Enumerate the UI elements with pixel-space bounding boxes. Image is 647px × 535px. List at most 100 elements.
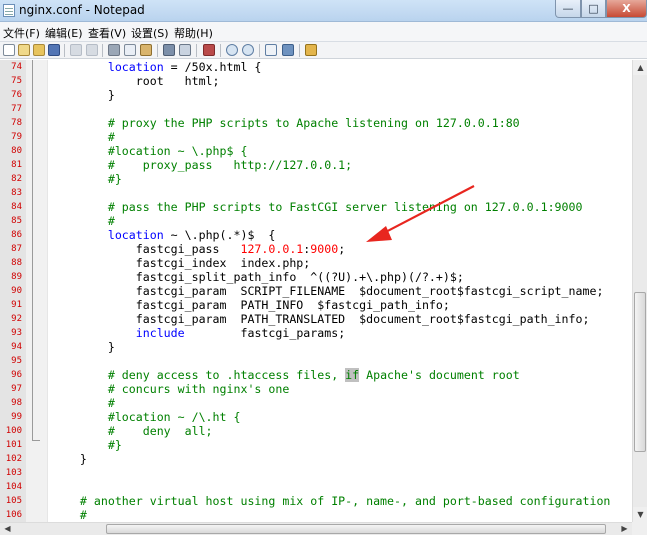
code-line: #: [52, 214, 115, 228]
line-number: 96: [11, 370, 22, 380]
code-token: #: [52, 396, 115, 410]
code-token: root html;: [52, 74, 220, 88]
toolbar-separator: [299, 44, 300, 57]
code-line: fastcgi_param SCRIPT_FILENAME $document_…: [52, 284, 604, 298]
open-folder-icon[interactable]: [33, 44, 45, 56]
code-token: Apache's document root: [359, 368, 520, 382]
line-number: 89: [11, 272, 22, 282]
copy-icon[interactable]: [124, 44, 136, 56]
scroll-down-arrow-icon[interactable]: ▼: [633, 507, 647, 522]
settings-icon[interactable]: [282, 44, 294, 56]
scroll-right-arrow-icon[interactable]: ▶: [617, 523, 632, 535]
line-number: 82: [11, 174, 22, 184]
code-token: location: [107, 228, 164, 242]
line-number: 85: [11, 216, 22, 226]
code-line: # concurs with nginx's one: [52, 382, 290, 396]
maximize-button[interactable]: □: [581, 0, 606, 18]
code-line: fastcgi_pass 127.0.0.1:9000;: [52, 242, 345, 256]
fold-margin: [26, 60, 48, 522]
code-token: fastcgi_pass: [52, 242, 241, 256]
line-number: 90: [11, 286, 22, 296]
code-token: location: [107, 60, 164, 74]
code-line: include fastcgi_params;: [52, 326, 345, 340]
code-token: ~ \.php(.*)$ {: [163, 228, 276, 242]
toolbar-separator: [157, 44, 158, 57]
line-number-gutter: 74 75 76 77 78 79 80 81 82 83 84 85 86 87 88 89 90 91 92 93…: [0, 60, 26, 522]
line-number: 106: [5, 510, 22, 520]
fold-guide-line: [32, 60, 33, 440]
code-line: # another virtual host using mix of IP-,…: [52, 494, 611, 508]
code-line: #: [52, 396, 115, 410]
code-token: include: [135, 326, 185, 340]
code-token: #location ~ \.php$ {: [52, 144, 248, 158]
menu-bar: 文件(F) 编辑(E) 查看(V) 设置(S) 帮助(H): [0, 22, 647, 42]
menu-settings[interactable]: 设置(S): [131, 25, 169, 41]
scroll-left-arrow-icon[interactable]: ◀: [0, 523, 15, 535]
line-number: 76: [11, 90, 22, 100]
redo-icon[interactable]: [86, 44, 98, 56]
line-number: 91: [11, 300, 22, 310]
undo-icon[interactable]: [70, 44, 82, 56]
find-icon[interactable]: [163, 44, 175, 56]
horizontal-scrollbar[interactable]: ◀ ▶: [0, 522, 632, 535]
line-number: 88: [11, 258, 22, 268]
line-number: 86: [11, 230, 22, 240]
title-bar[interactable]: nginx.conf - Notepad — □ X: [0, 0, 647, 22]
toolbar: [0, 42, 647, 59]
code-token: # proxy the PHP scripts to Apache listen…: [52, 116, 520, 130]
code-line: root html;: [52, 74, 220, 88]
zoom-out-icon[interactable]: [242, 44, 254, 56]
notepad-app-icon: [3, 4, 15, 17]
zoom-in-icon[interactable]: [226, 44, 238, 56]
line-number: 100: [5, 426, 22, 436]
goto-icon[interactable]: [203, 44, 215, 56]
code-token: #: [52, 508, 87, 522]
menu-view[interactable]: 查看(V): [88, 25, 126, 41]
vertical-scrollbar[interactable]: ▲ ▼: [632, 60, 647, 522]
cut-icon[interactable]: [108, 44, 120, 56]
notepad-window: nginx.conf - Notepad — □ X 文件(F) 编辑(E) 查…: [0, 0, 647, 535]
line-number: 80: [11, 146, 22, 156]
code-token: 9000: [310, 242, 339, 256]
code-token: # deny access to .htaccess files,: [52, 368, 346, 382]
code-line: #: [52, 130, 115, 144]
code-token: # pass the PHP scripts to FastCGI server…: [52, 200, 583, 214]
code-token: fastcgi_param PATH_TRANSLATED $document_…: [52, 312, 590, 326]
edit-icon[interactable]: [305, 44, 317, 56]
save-icon[interactable]: [48, 44, 60, 56]
code-token: }: [52, 88, 115, 102]
close-button[interactable]: X: [606, 0, 647, 18]
horizontal-scroll-thumb[interactable]: [106, 524, 606, 534]
line-number: 99: [11, 412, 22, 422]
menu-help[interactable]: 帮助(H): [174, 25, 213, 41]
line-number: 105: [5, 496, 22, 506]
window-title: nginx.conf - Notepad: [19, 3, 145, 17]
code-line: fastcgi_index index.php;: [52, 256, 311, 270]
line-number: 87: [11, 244, 22, 254]
toolbar-separator: [220, 44, 221, 57]
new-file-icon[interactable]: [3, 44, 15, 56]
line-number: 95: [11, 356, 22, 366]
vertical-scroll-thumb[interactable]: [634, 292, 646, 452]
menu-edit[interactable]: 编辑(E): [45, 25, 83, 41]
code-line: location = /50x.html {: [52, 60, 262, 74]
line-number: 93: [11, 328, 22, 338]
toolbar-separator: [259, 44, 260, 57]
line-number: 79: [11, 132, 22, 142]
minimize-button[interactable]: —: [555, 0, 581, 18]
code-token: #}: [52, 438, 122, 452]
word-wrap-icon[interactable]: [265, 44, 277, 56]
open-file-icon[interactable]: [18, 44, 30, 56]
code-token: fastcgi_index index.php;: [52, 256, 311, 270]
code-line: #}: [52, 438, 122, 452]
code-line: fastcgi_split_path_info ^((?U).+\.php)(/…: [52, 270, 464, 284]
scroll-up-arrow-icon[interactable]: ▲: [633, 60, 647, 75]
paste-icon[interactable]: [140, 44, 152, 56]
menu-file[interactable]: 文件(F): [3, 25, 40, 41]
replace-icon[interactable]: [179, 44, 191, 56]
text-editor[interactable]: 74 75 76 77 78 79 80 81 82 83 84 85 86 87 88 89 90 91 92 93…: [0, 60, 632, 522]
code-token: #: [52, 130, 115, 144]
line-number: 104: [5, 482, 22, 492]
line-number: 98: [11, 398, 22, 408]
